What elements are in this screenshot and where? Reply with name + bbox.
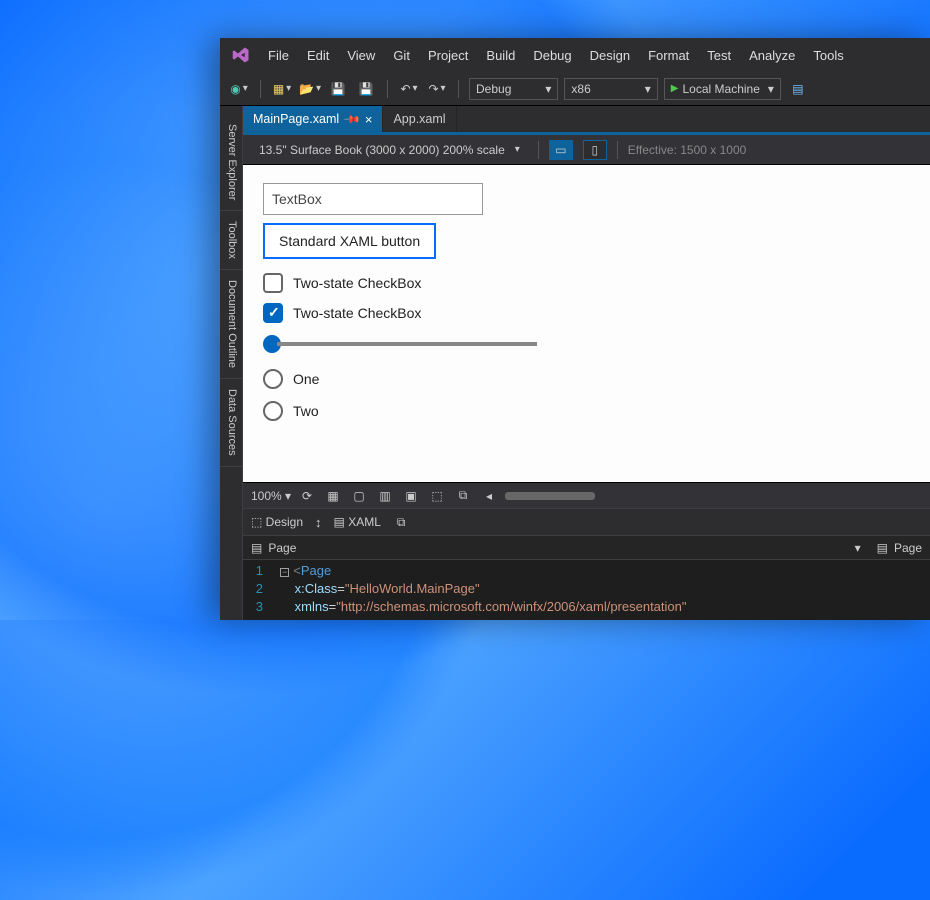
menu-format[interactable]: Format: [648, 48, 689, 63]
open-file-button[interactable]: 📂: [299, 78, 321, 100]
menu-debug[interactable]: Debug: [533, 48, 571, 63]
portrait-button[interactable]: ▯: [583, 140, 607, 160]
visual-studio-window: File Edit View Git Project Build Debug D…: [220, 38, 930, 620]
designer-header: 13.5" Surface Book (3000 x 2000) 200% sc…: [243, 135, 930, 165]
radio-two[interactable]: [263, 401, 283, 421]
grid-icon[interactable]: ▦: [323, 487, 343, 505]
scroll-left-icon[interactable]: ◂: [479, 487, 499, 505]
horizontal-scrollbar[interactable]: [505, 491, 922, 501]
landscape-button[interactable]: ▭: [549, 140, 573, 160]
line-number: 3: [243, 598, 273, 616]
portrait-icon: ▯: [591, 143, 598, 157]
menu-design[interactable]: Design: [590, 48, 630, 63]
tab-appxaml[interactable]: App.xaml: [383, 106, 456, 132]
design-pane-tab[interactable]: ⬚ Design: [251, 515, 303, 529]
close-icon[interactable]: ×: [365, 112, 373, 127]
toolbox-tab[interactable]: Toolbox: [220, 211, 242, 270]
document-tabs: MainPage.xaml 📌 × App.xaml: [243, 106, 930, 132]
menu-tools[interactable]: Tools: [813, 48, 843, 63]
redo-button[interactable]: ↷: [426, 78, 448, 100]
line-number: 1: [243, 562, 273, 580]
code-line[interactable]: 3 xmlns="http://schemas.microsoft.com/wi…: [243, 598, 930, 616]
popout-xaml-icon[interactable]: ⧉: [397, 515, 406, 530]
play-icon: ▶: [671, 83, 679, 94]
code-line[interactable]: 1 −<Page: [243, 562, 930, 580]
menu-file[interactable]: File: [268, 48, 289, 63]
tab-mainpage[interactable]: MainPage.xaml 📌 ×: [243, 106, 383, 132]
menu-build[interactable]: Build: [486, 48, 515, 63]
new-item-button[interactable]: ▦: [271, 78, 293, 100]
tab-label: MainPage.xaml: [253, 112, 339, 126]
boundary-icon[interactable]: ▣: [401, 487, 421, 505]
vs-logo-icon: [232, 46, 250, 64]
checkbox-label: Two-state CheckBox: [293, 305, 421, 321]
slider-control[interactable]: [263, 335, 910, 353]
effective-resolution: Effective: 1500 x 1000: [628, 143, 747, 157]
radio-label: Two: [293, 403, 319, 419]
slider-track: [277, 342, 537, 346]
checkbox-unchecked[interactable]: [263, 273, 283, 293]
design-xaml-split: ⬚ Design ↕ ▤ XAML ⧉: [243, 508, 930, 536]
run-button[interactable]: ▶Local Machine▾: [664, 78, 781, 100]
left-tool-tabs: Server Explorer Toolbox Document Outline…: [220, 106, 243, 620]
save-button[interactable]: 💾: [327, 78, 349, 100]
live-tree-button[interactable]: ▤: [787, 78, 809, 100]
device-dropdown[interactable]: 13.5" Surface Book (3000 x 2000) 200% sc…: [251, 139, 528, 161]
pin-icon[interactable]: 📌: [343, 110, 362, 129]
swap-panes-button[interactable]: ↕: [315, 515, 322, 530]
checkbox-label: Two-state CheckBox: [293, 275, 421, 291]
code-line[interactable]: 2 x:Class="HelloWorld.MainPage": [243, 580, 930, 598]
crumb-dropdown-icon[interactable]: ▾: [847, 541, 869, 555]
radio-label: One: [293, 371, 319, 387]
code-content: x:Class="HelloWorld.MainPage": [273, 580, 480, 598]
radio-one[interactable]: [263, 369, 283, 389]
refresh-icon[interactable]: ⟳: [297, 487, 317, 505]
tab-label: App.xaml: [393, 112, 445, 126]
menu-analyze[interactable]: Analyze: [749, 48, 795, 63]
menu-view[interactable]: View: [347, 48, 375, 63]
server-explorer-tab[interactable]: Server Explorer: [220, 114, 242, 211]
design-canvas[interactable]: TextBox Standard XAML button Two-state C…: [243, 165, 930, 482]
textbox-control[interactable]: TextBox: [263, 183, 483, 215]
nav-back-button[interactable]: ◉: [228, 78, 250, 100]
data-sources-tab[interactable]: Data Sources: [220, 379, 242, 467]
code-content: −<Page: [273, 562, 331, 580]
toolbar-separator: [458, 80, 459, 98]
zoom-dropdown[interactable]: 100% ▾: [251, 489, 291, 503]
crumb-right[interactable]: ▤ Page: [869, 541, 930, 555]
save-all-button[interactable]: 💾: [355, 78, 377, 100]
device-icon[interactable]: ⬚: [427, 487, 447, 505]
menu-git[interactable]: Git: [393, 48, 410, 63]
zoom-toolbar: 100% ▾ ⟳ ▦ ▢ ▥ ▣ ⬚ ⧉ ◂: [243, 482, 930, 508]
xaml-button-control[interactable]: Standard XAML button: [263, 223, 436, 259]
xaml-pane-tab[interactable]: ▤ XAML: [334, 515, 381, 529]
menu-project[interactable]: Project: [428, 48, 468, 63]
separator: [617, 141, 618, 159]
menu-edit[interactable]: Edit: [307, 48, 329, 63]
snap-lines-icon[interactable]: ▥: [375, 487, 395, 505]
landscape-icon: ▭: [555, 143, 566, 157]
popout-icon[interactable]: ⧉: [453, 487, 473, 505]
document-outline-tab[interactable]: Document Outline: [220, 270, 242, 379]
menu-test[interactable]: Test: [707, 48, 731, 63]
toolbar-separator: [260, 80, 261, 98]
undo-button[interactable]: ↶: [398, 78, 420, 100]
xaml-breadcrumb: ▤ Page ▾ ▤ Page: [243, 536, 930, 560]
config-dropdown[interactable]: Debug▾: [469, 78, 558, 100]
menu-bar: File Edit View Git Project Build Debug D…: [220, 38, 930, 72]
main-toolbar: ◉ ▦ 📂 💾 💾 ↶ ↷ Debug▾ x86▾ ▶Local Machine…: [220, 72, 930, 106]
toolbar-separator: [387, 80, 388, 98]
xaml-editor[interactable]: 1 −<Page2 x:Class="HelloWorld.MainPage"3…: [243, 560, 930, 620]
crumb-left[interactable]: ▤ Page: [243, 541, 304, 555]
line-number: 2: [243, 580, 273, 598]
snap-grid-icon[interactable]: ▢: [349, 487, 369, 505]
checkbox-checked[interactable]: [263, 303, 283, 323]
code-content: xmlns="http://schemas.microsoft.com/winf…: [273, 598, 686, 616]
platform-dropdown[interactable]: x86▾: [564, 78, 657, 100]
separator: [538, 141, 539, 159]
